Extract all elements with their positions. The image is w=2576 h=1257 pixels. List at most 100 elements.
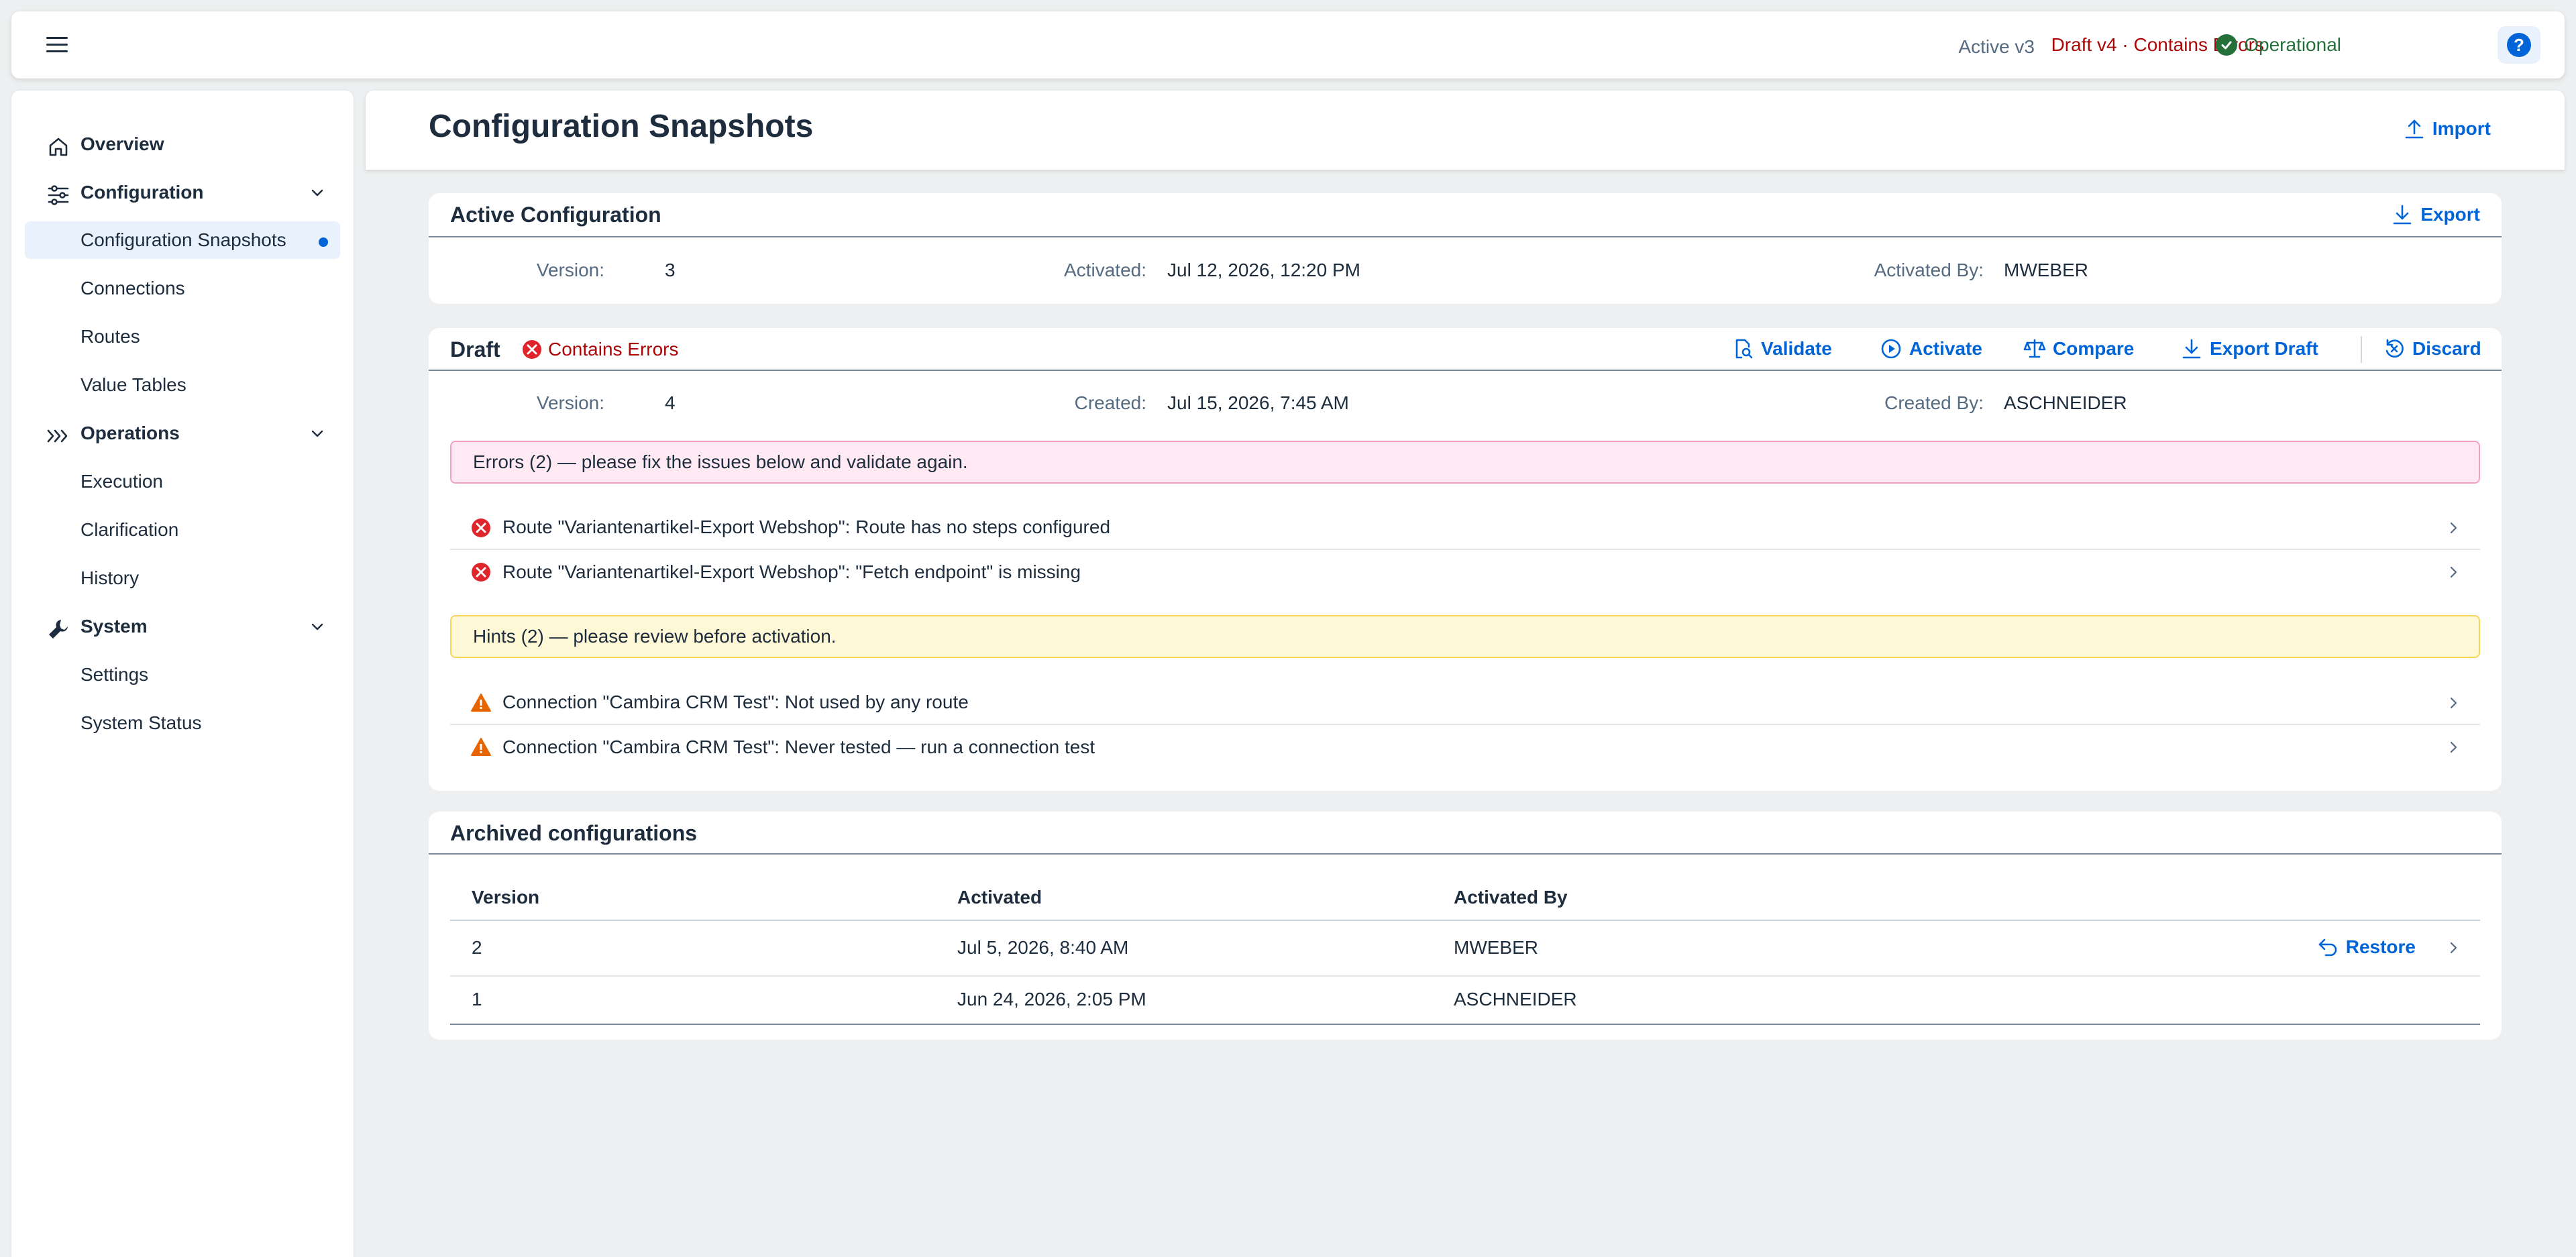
compare-button[interactable]: Compare bbox=[2023, 337, 2134, 360]
restore-button[interactable]: Restore bbox=[2316, 936, 2416, 959]
hints-message-strip: Hints (2) — please review before activat… bbox=[450, 615, 2480, 658]
active-configuration-header: Active Configuration Export bbox=[429, 193, 2502, 237]
version-label: Version: bbox=[536, 392, 604, 413]
cell-version: 2 bbox=[472, 937, 482, 958]
chevrons-right-icon bbox=[46, 424, 70, 448]
chevron-right-icon bbox=[2447, 741, 2460, 754]
draft-card: Draft Contains Errors Validate Activate bbox=[429, 328, 2502, 791]
sidebar-item-label: Execution bbox=[80, 471, 163, 492]
archived-header: Archived configurations bbox=[429, 812, 2502, 855]
archived-configurations-card: Archived configurations Version Activate… bbox=[429, 812, 2502, 1040]
home-icon bbox=[46, 135, 70, 159]
draft-status-text: Contains Errors bbox=[548, 339, 679, 360]
active-configuration-card: Active Configuration Export Version: 3 A… bbox=[429, 193, 2502, 304]
cell-activated: Jun 24, 2026, 2:05 PM bbox=[957, 989, 1146, 1009]
cell-activated: Jul 5, 2026, 8:40 AM bbox=[957, 937, 1129, 958]
hint-item[interactable]: Connection "Cambira CRM Test": Not used … bbox=[450, 681, 2480, 725]
column-header-version[interactable]: Version bbox=[472, 887, 539, 908]
column-header-activated[interactable]: Activated bbox=[957, 887, 1042, 908]
hints-message-text: Hints (2) — please review before activat… bbox=[473, 626, 837, 647]
table-row[interactable]: 1 Jun 24, 2026, 2:05 PM ASCHNEIDER bbox=[450, 977, 2480, 1024]
cell-version: 1 bbox=[472, 989, 482, 1009]
table-bottom-border bbox=[450, 1024, 2480, 1025]
chevron-right-icon bbox=[2447, 941, 2460, 954]
error-item[interactable]: Route "Variantenartikel-Export Webshop":… bbox=[450, 550, 2480, 594]
active-version-label: Active v3 bbox=[1958, 36, 2035, 57]
shell-bar: Active v3 Draft v4 · Contains Errors Ope… bbox=[11, 11, 2565, 78]
activate-label: Activate bbox=[1909, 338, 1982, 359]
sidebar-item-label: Clarification bbox=[80, 519, 179, 540]
version-label: Version: bbox=[536, 260, 604, 280]
errors-message-strip: Errors (2) — please fix the issues below… bbox=[450, 441, 2480, 484]
created-value: Jul 15, 2026, 7:45 AM bbox=[1167, 392, 1349, 413]
sidebar-item-label: Configuration Snapshots bbox=[80, 229, 286, 250]
chevron-down-icon[interactable] bbox=[309, 618, 325, 635]
activated-value: Jul 12, 2026, 12:20 PM bbox=[1167, 260, 1360, 280]
validate-button[interactable]: Validate bbox=[1731, 337, 1832, 360]
sidebar-item-label: Connections bbox=[80, 278, 185, 298]
main-content: Configuration Snapshots Import Active Co… bbox=[366, 91, 2565, 1257]
sidebar-item-overview[interactable]: Overview bbox=[25, 125, 340, 163]
hamburger-icon[interactable] bbox=[42, 32, 72, 58]
hint-item[interactable]: Connection "Cambira CRM Test": Never tes… bbox=[450, 725, 2480, 769]
upload-icon bbox=[2403, 117, 2426, 140]
toolbar-separator bbox=[2361, 336, 2362, 363]
cell-activated-by: ASCHNEIDER bbox=[1454, 989, 1577, 1009]
sidebar-item-label: System bbox=[80, 616, 148, 637]
sidebar-item-label: System Status bbox=[80, 712, 202, 733]
sliders-icon bbox=[46, 183, 70, 207]
warning-icon bbox=[470, 736, 492, 758]
validate-label: Validate bbox=[1761, 338, 1832, 359]
sidebar-item-label: Operations bbox=[80, 423, 180, 443]
sidebar-item-operations[interactable]: Operations bbox=[25, 415, 340, 452]
sidebar-item-configuration[interactable]: Configuration bbox=[25, 174, 340, 211]
error-text: Route "Variantenartikel-Export Webshop":… bbox=[502, 561, 1081, 582]
import-button[interactable]: Import bbox=[2403, 117, 2491, 140]
balance-scale-icon bbox=[2023, 337, 2046, 360]
created-label: Created: bbox=[1074, 392, 1146, 413]
activate-button[interactable]: Activate bbox=[1880, 337, 1982, 360]
export-draft-button[interactable]: Export Draft bbox=[2180, 337, 2318, 360]
sidebar-item-label: Routes bbox=[80, 326, 140, 347]
sidebar-item-label: Configuration bbox=[80, 182, 204, 203]
chevron-down-icon[interactable] bbox=[309, 184, 325, 201]
selected-indicator bbox=[319, 237, 328, 247]
error-item[interactable]: Route "Variantenartikel-Export Webshop":… bbox=[450, 506, 2480, 550]
sidebar-item-settings[interactable]: Settings bbox=[25, 656, 340, 694]
sidebar-item-execution[interactable]: Execution bbox=[25, 463, 340, 500]
sidebar-item-value-tables[interactable]: Value Tables bbox=[25, 366, 340, 404]
help-button[interactable]: ? bbox=[2498, 26, 2540, 64]
play-circle-icon bbox=[1880, 337, 1902, 360]
column-header-activated-by[interactable]: Activated By bbox=[1454, 887, 1568, 908]
sidebar-item-system-status[interactable]: System Status bbox=[25, 704, 340, 742]
table-row[interactable]: 2 Jul 5, 2026, 8:40 AM MWEBER Restore bbox=[450, 921, 2480, 975]
export-label: Export bbox=[2420, 204, 2480, 225]
error-icon bbox=[470, 561, 492, 583]
sidebar-item-system[interactable]: System bbox=[25, 608, 340, 645]
sidebar-item-connections[interactable]: Connections bbox=[25, 270, 340, 307]
sidebar-item-clarification[interactable]: Clarification bbox=[25, 511, 340, 549]
error-icon bbox=[470, 517, 492, 539]
activated-by-label: Activated By: bbox=[1874, 260, 1984, 280]
chevron-right-icon bbox=[2447, 696, 2460, 710]
archived-title: Archived configurations bbox=[450, 821, 698, 845]
system-status-label: Operational bbox=[2244, 34, 2341, 55]
error-icon bbox=[521, 339, 543, 360]
hint-text: Connection "Cambira CRM Test": Not used … bbox=[502, 692, 969, 712]
check-circle-icon bbox=[2216, 34, 2238, 56]
discard-icon bbox=[2383, 337, 2406, 360]
restore-label: Restore bbox=[2345, 936, 2416, 957]
version-value: 4 bbox=[665, 392, 676, 413]
sidebar-item-configuration-snapshots[interactable]: Configuration Snapshots bbox=[25, 221, 340, 259]
active-configuration-title: Active Configuration bbox=[450, 203, 661, 227]
export-button[interactable]: Export bbox=[2391, 203, 2480, 226]
sidebar-item-routes[interactable]: Routes bbox=[25, 318, 340, 356]
discard-button[interactable]: Discard bbox=[2383, 337, 2481, 360]
hint-text: Connection "Cambira CRM Test": Never tes… bbox=[502, 736, 1095, 757]
chevron-down-icon[interactable] bbox=[309, 425, 325, 441]
activated-label: Activated: bbox=[1064, 260, 1146, 280]
sidebar-item-label: History bbox=[80, 567, 140, 588]
sidebar-item-history[interactable]: History bbox=[25, 559, 340, 597]
chevron-right-icon bbox=[2447, 565, 2460, 579]
sidebar-item-label: Value Tables bbox=[80, 374, 186, 395]
